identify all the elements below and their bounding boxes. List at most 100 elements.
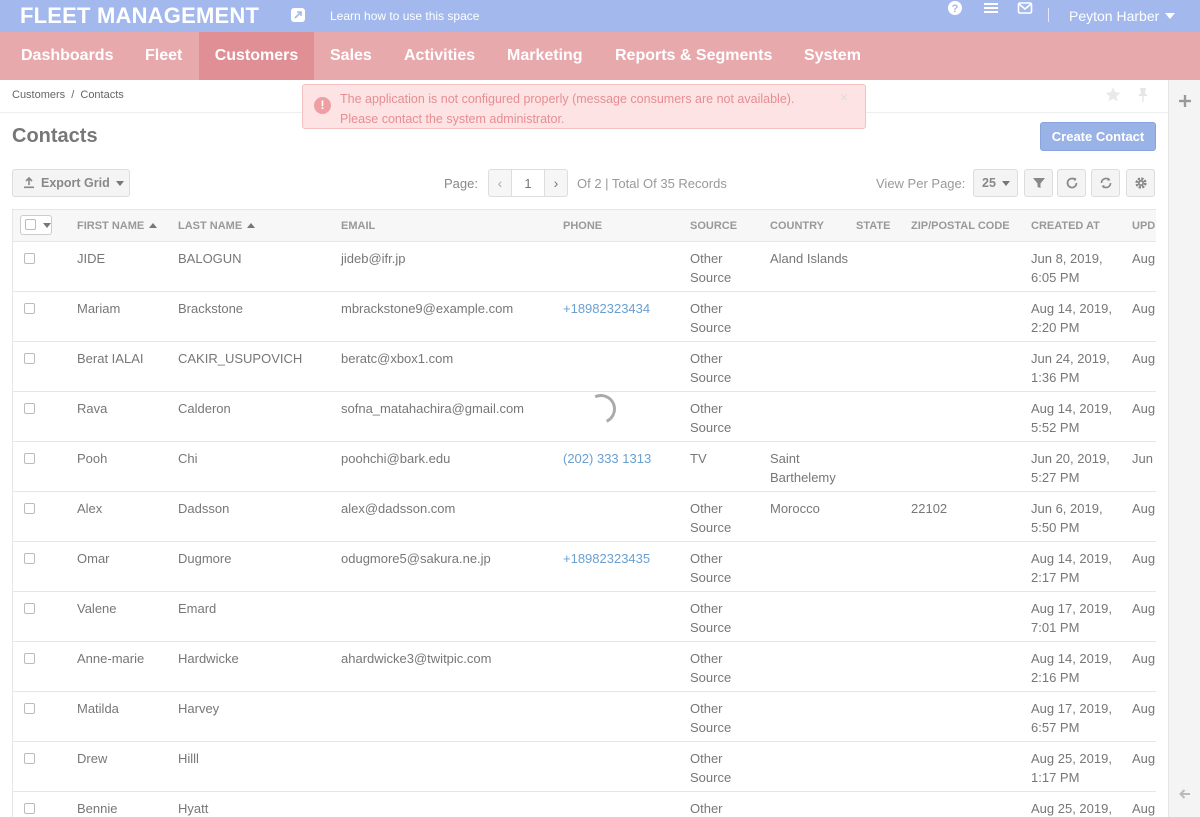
filter-button[interactable] [1024, 169, 1053, 197]
column-header-updated-at[interactable]: UPD [1132, 220, 1155, 232]
menu-icon[interactable] [983, 0, 1001, 18]
column-header-phone[interactable]: PHONE [563, 220, 602, 232]
column-header-country[interactable]: COUNTRY [770, 220, 824, 232]
nav-item-sales[interactable]: Sales [314, 32, 388, 80]
star-icon[interactable] [1104, 86, 1122, 104]
column-header-last-name[interactable]: LAST NAME [178, 220, 256, 232]
sort-ascending-icon [149, 223, 158, 228]
table-row[interactable]: Omar Dugmore odugmore5@sakura.ne.jp +189823… [13, 542, 1156, 592]
table-row[interactable]: Pooh Chi poohchi@bark.edu (202) 333 1313 TV S… [13, 442, 1156, 492]
source-cell: Other Source [690, 301, 732, 335]
arrow-left-icon[interactable] [1178, 787, 1192, 804]
row-checkbox[interactable] [24, 453, 35, 464]
refresh-button[interactable] [1057, 169, 1086, 197]
close-icon[interactable]: × [840, 89, 848, 105]
source-cell: Other Source [690, 251, 732, 285]
created-at-cell: Aug 14, 2019, 5:52 PM [1031, 401, 1112, 435]
reset-button[interactable] [1091, 169, 1120, 197]
column-header-first-name[interactable]: FIRST NAME [77, 220, 158, 232]
pin-icon[interactable] [1135, 86, 1151, 104]
table-row[interactable]: Drew Hilll Other Source Aug 25, 2019, 1:17 … [13, 742, 1156, 792]
help-circle-icon[interactable]: ? [947, 0, 965, 18]
upload-icon [23, 176, 35, 192]
email-cell: beratc@xbox1.com [341, 351, 454, 366]
select-all-checkbox[interactable] [25, 219, 36, 230]
phone-link[interactable]: +18982323435 [563, 549, 650, 568]
breadcrumb-parent[interactable]: Customers [12, 89, 65, 101]
nav-item-system[interactable]: System [788, 32, 877, 80]
table-row[interactable]: Mariam Brackstone mbrackstone9@example.com… [13, 292, 1156, 342]
row-checkbox[interactable] [24, 303, 35, 314]
source-cell: Other Source [690, 501, 732, 535]
table-row[interactable]: Matilda Harvey Other Source Aug 17, 2019, 6… [13, 692, 1156, 742]
column-header-source[interactable]: SOURCE [690, 220, 737, 232]
nav-item-reports-segments[interactable]: Reports & Segments [599, 32, 788, 80]
email-cell: odugmore5@sakura.ne.jp [341, 551, 491, 566]
next-page-button[interactable]: › [544, 169, 568, 197]
alert-message: The application is not configured proper… [340, 89, 835, 129]
breadcrumb-current: Contacts [80, 89, 124, 101]
last-name-cell: Dadsson [178, 501, 230, 516]
app-title[interactable]: FLEET MANAGEMENT [20, 3, 259, 29]
row-checkbox[interactable] [24, 253, 35, 264]
last-name-cell: Calderon [178, 401, 231, 416]
row-checkbox[interactable] [24, 653, 35, 664]
external-link-icon[interactable] [291, 8, 305, 22]
row-checkbox[interactable] [24, 753, 35, 764]
plus-icon[interactable] [1178, 94, 1192, 111]
row-checkbox[interactable] [24, 603, 35, 614]
page-number-input[interactable] [511, 169, 545, 197]
table-row[interactable]: Valene Emard Other Source Aug 17, 2019, 7:0… [13, 592, 1156, 642]
created-at-cell: Jun 6, 2019, 5:50 PM [1031, 501, 1103, 535]
nav-item-fleet[interactable]: Fleet [129, 32, 198, 80]
table-row[interactable]: JIDE BALOGUN jideb@ifr.jp Other Source Aland… [13, 242, 1156, 292]
row-checkbox[interactable] [24, 553, 35, 564]
column-header-created-at[interactable]: CREATED AT [1031, 220, 1100, 232]
updated-at-cell: Aug 6:00 [1132, 401, 1156, 416]
user-menu[interactable]: Peyton Harber [1069, 8, 1159, 24]
phone-link[interactable]: +18982323434 [563, 299, 650, 318]
table-row[interactable]: Bennie Hyatt Other Aug 25, 2019, Aug [13, 792, 1156, 817]
table-row[interactable]: Rava Calderon sofna_matahachira@gmail.com O… [13, 392, 1156, 442]
row-checkbox[interactable] [24, 703, 35, 714]
email-cell: alex@dadsson.com [341, 501, 456, 516]
row-checkbox[interactable] [24, 803, 35, 814]
row-checkbox[interactable] [24, 353, 35, 364]
table-row[interactable]: Anne-marie Hardwicke ahardwicke3@twitpic.c… [13, 642, 1156, 692]
first-name-cell: JIDE [77, 251, 106, 266]
email-cell: poohchi@bark.edu [341, 451, 451, 466]
row-checkbox[interactable] [24, 503, 35, 514]
error-alert: ! The application is not configured prop… [302, 84, 866, 129]
row-checkbox[interactable] [24, 403, 35, 414]
phone-link[interactable]: (202) 333 1313 [563, 449, 651, 468]
previous-page-button[interactable]: ‹ [488, 169, 512, 197]
breadcrumb-separator: / [71, 89, 75, 101]
column-header-state[interactable]: STATE [856, 220, 890, 232]
email-cell: sofna_matahachira@gmail.com [341, 401, 525, 416]
updated-at-cell: Aug 6:00 [1132, 351, 1156, 366]
settings-button[interactable] [1126, 169, 1155, 197]
source-cell: Other Source [690, 601, 732, 635]
chevron-down-icon [43, 223, 51, 228]
column-header-zip[interactable]: ZIP/POSTAL CODE [911, 220, 1010, 232]
nav-item-customers[interactable]: Customers [199, 32, 314, 80]
nav-item-activities[interactable]: Activities [388, 32, 491, 80]
nav-item-dashboards[interactable]: Dashboards [0, 32, 129, 80]
help-link[interactable]: Learn how to use this space [330, 9, 479, 23]
page-title: Contacts [12, 125, 98, 147]
first-name-cell: Valene [77, 601, 117, 616]
first-name-cell: Alex [77, 501, 103, 516]
nav-item-marketing[interactable]: Marketing [491, 32, 599, 80]
table-row[interactable]: Berat IALAI CAKIR_USUPOVICH beratc@xbox1.c… [13, 342, 1156, 392]
created-at-cell: Jun 8, 2019, 6:05 PM [1031, 251, 1103, 285]
chevron-down-icon[interactable] [1165, 13, 1175, 19]
source-cell: Other Source [690, 751, 732, 785]
envelope-icon[interactable] [1017, 0, 1035, 18]
create-contact-button[interactable]: Create Contact [1040, 122, 1156, 151]
export-grid-button[interactable]: Export Grid [12, 169, 130, 197]
table-row[interactable]: Alex Dadsson alex@dadsson.com Other Source M… [13, 492, 1156, 542]
contacts-grid: FIRST NAME LAST NAME EMAIL PHONE SOURCE … [12, 209, 1156, 817]
view-per-page-select[interactable]: 25 [973, 169, 1018, 197]
column-header-email[interactable]: EMAIL [341, 220, 375, 232]
select-all-dropdown[interactable] [20, 215, 52, 235]
